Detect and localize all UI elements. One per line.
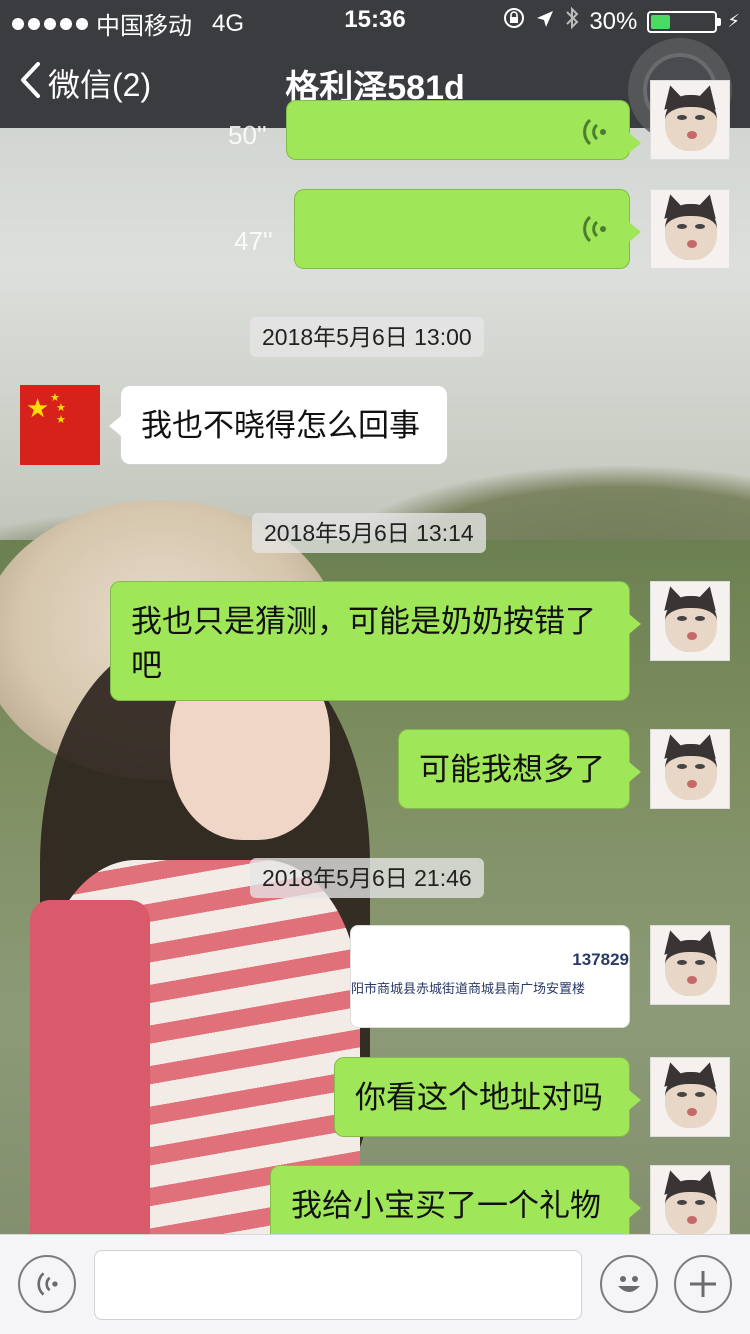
voice-message-bubble[interactable] (286, 100, 641, 160)
sent-message-bubble[interactable]: 我给小宝买了一个礼物 (270, 1165, 641, 1245)
avatar-contact[interactable]: ★ ★ ★ ★ (20, 385, 100, 465)
voice-input-button[interactable] (18, 1255, 76, 1313)
message-timestamp: 2018年5月6日 21:46 (250, 858, 484, 898)
message-text: 可能我想多了 (419, 752, 605, 787)
sent-message-bubble[interactable]: 你看这个地址对吗 (334, 1057, 641, 1137)
voice-duration: 47'' (234, 226, 273, 256)
received-message-bubble[interactable]: 我也不晓得怎么回事 (109, 385, 448, 465)
bluetooth-icon (565, 6, 579, 37)
voice-message-bubble[interactable] (294, 189, 641, 269)
avatar-self[interactable] (650, 925, 730, 1005)
message-input[interactable] (94, 1250, 582, 1320)
avatar-self[interactable] (650, 189, 730, 269)
emoji-button[interactable] (600, 1255, 658, 1313)
avatar-self[interactable] (650, 80, 730, 160)
message-timestamp: 2018年5月6日 13:14 (252, 513, 486, 553)
message-text-line2: 吧 (131, 648, 162, 683)
image-message[interactable]: 137829 阳市商城县赤城街道商城县南广场安置楼 (350, 925, 630, 1028)
message-timestamp: 2018年5月6日 13:00 (250, 317, 484, 357)
charging-icon: ⚡ (727, 11, 740, 31)
image-text-address: 阳市商城县赤城街道商城县南广场安置楼 (351, 981, 586, 996)
emoji-icon (618, 1276, 640, 1292)
sent-message-bubble[interactable]: 可能我想多了 (398, 729, 641, 809)
sent-message-bubble[interactable]: 我也只是猜测，可能是奶奶按错了 吧 (110, 581, 641, 701)
avatar-self[interactable] (650, 729, 730, 809)
battery-percent: 30% (589, 7, 638, 35)
message-text: 我也不晓得怎么回事 (141, 408, 420, 443)
voice-wave-icon (37, 1272, 58, 1296)
avatar-self[interactable] (650, 1057, 730, 1137)
location-arrow-icon (535, 8, 555, 36)
message-text: 你看这个地址对吗 (355, 1080, 603, 1115)
input-bar (0, 1234, 750, 1334)
status-bar: 中国移动 4G 15:36 30% ⚡ (0, 0, 750, 40)
voice-duration: 50'' (228, 120, 267, 150)
image-text-number: 137829 (572, 950, 629, 969)
location-lock-icon (503, 7, 525, 36)
plus-icon (690, 1271, 716, 1297)
voice-wave-icon (583, 118, 606, 146)
avatar-self[interactable] (650, 1165, 730, 1245)
plus-button[interactable] (674, 1255, 732, 1313)
message-text: 我给小宝买了一个礼物 (291, 1188, 601, 1223)
voice-wave-icon (583, 215, 606, 243)
message-text: 我也只是猜测，可能是奶奶按错了 (131, 604, 596, 639)
avatar-self[interactable] (650, 581, 730, 661)
battery-icon (647, 10, 722, 33)
